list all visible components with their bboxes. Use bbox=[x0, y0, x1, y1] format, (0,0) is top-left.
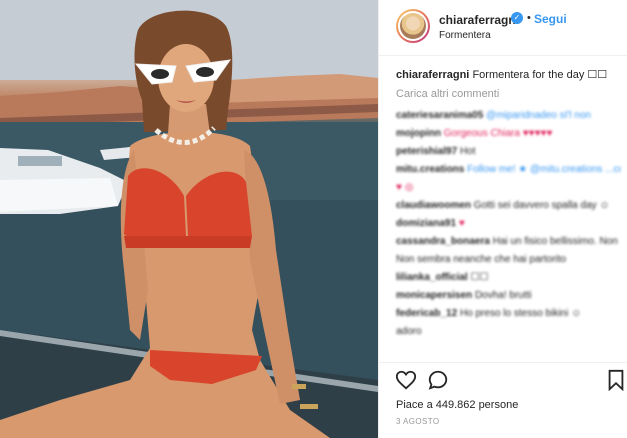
post-panel: chiaraferragni ✓ • Segui Formentera chia… bbox=[378, 0, 627, 438]
comment-row: domiziana91 ♥ bbox=[396, 215, 621, 233]
comment-text: ♥ ◎ bbox=[396, 182, 414, 193]
post-photo[interactable] bbox=[0, 0, 378, 438]
comment-row: cateriesaranima05 @miparidnadeo sI'l non bbox=[396, 107, 621, 125]
comment-username[interactable]: federicab_12 bbox=[396, 308, 457, 319]
comment-username[interactable]: mojopinn bbox=[396, 128, 441, 139]
location-link[interactable]: Formentera bbox=[439, 30, 491, 41]
bookmark-icon[interactable] bbox=[605, 369, 627, 391]
comment-row: federicab_12 Ho preso lo stesso bikini ☺ bbox=[396, 305, 621, 323]
comment-text: @miparidnadeo sI'l non bbox=[486, 110, 591, 121]
comment-list: cateriesaranima05 @miparidnadeo sI'l non… bbox=[396, 107, 621, 341]
post-date[interactable]: 3 AGOSTO bbox=[396, 417, 440, 426]
comment-row: mojopinn Gorgeous Chiara ♥♥♥♥♥ bbox=[396, 125, 621, 143]
caption-username[interactable]: chiaraferragni bbox=[396, 69, 469, 81]
comment-username[interactable]: cateriesaranima05 bbox=[396, 110, 483, 121]
username-link[interactable]: chiaraferragni bbox=[439, 13, 519, 27]
load-more-comments-button[interactable]: Carica altri commenti bbox=[396, 88, 499, 100]
caption-text: Formentera for the day ☐☐ bbox=[472, 69, 608, 81]
avatar[interactable] bbox=[396, 9, 430, 43]
comment-row: peterishial97 Hot bbox=[396, 143, 621, 161]
comment-username[interactable]: lilianka_official bbox=[396, 272, 468, 283]
comment-text: ☐☐ bbox=[470, 272, 489, 283]
post-caption: chiaraferragni Formentera for the day ☐☐ bbox=[396, 68, 621, 82]
action-bar: Piace a 449.862 persone 3 AGOSTO bbox=[379, 362, 627, 438]
comment-text: Gotti sei davvero spalla day ☺ bbox=[473, 200, 610, 211]
comment-username[interactable]: mitu.creations bbox=[396, 164, 464, 175]
separator-dot: • bbox=[527, 12, 531, 24]
comment-icon[interactable] bbox=[427, 369, 449, 391]
comment-row: Non sembra neanche che hai partorito bbox=[396, 251, 621, 269]
comment-row: lilianka_official ☐☐ bbox=[396, 269, 621, 287]
comment-username[interactable]: cassandra_bonaera bbox=[396, 236, 490, 247]
comment-username[interactable]: domiziana91 bbox=[396, 218, 456, 229]
post-header: chiaraferragni ✓ • Segui Formentera bbox=[379, 0, 627, 56]
comment-text: Non sembra neanche che hai partorito bbox=[396, 254, 567, 265]
comment-text: Follow me! ★ @mitu.creations ...consigli… bbox=[467, 164, 621, 175]
photo-illustration bbox=[0, 0, 378, 438]
comment-text: Hot bbox=[459, 146, 476, 157]
comment-text: Ho preso lo stesso bikini ☺ bbox=[459, 308, 582, 319]
comment-text: Dovha! brutti bbox=[474, 290, 532, 301]
follow-button[interactable]: Segui bbox=[534, 12, 567, 26]
avatar-image bbox=[400, 13, 426, 39]
comment-text: Hai un fisico bellissimo. Non sembra nea… bbox=[492, 236, 621, 247]
comment-username[interactable]: monicapersisen bbox=[396, 290, 472, 301]
verified-badge-icon: ✓ bbox=[511, 12, 523, 24]
comment-text: adoro bbox=[396, 326, 422, 337]
comment-username[interactable]: claudiawoomen bbox=[396, 200, 471, 211]
comment-row: claudiawoomen Gotti sei davvero spalla d… bbox=[396, 197, 621, 215]
comment-row: mitu.creations Follow me! ★ @mitu.creati… bbox=[396, 161, 621, 179]
heart-icon[interactable] bbox=[395, 369, 417, 391]
likes-count[interactable]: Piace a 449.862 persone bbox=[396, 399, 518, 411]
comment-text: Gorgeous Chiara ♥♥♥♥♥ bbox=[443, 128, 553, 139]
comment-username[interactable]: peterishial97 bbox=[396, 146, 457, 157]
comment-row: adoro bbox=[396, 323, 621, 341]
comment-row: ♥ ◎ bbox=[396, 179, 621, 197]
comment-row: monicapersisen Dovha! brutti bbox=[396, 287, 621, 305]
comment-row: cassandra_bonaera Hai un fisico bellissi… bbox=[396, 233, 621, 251]
comment-text: ♥ bbox=[458, 218, 465, 229]
